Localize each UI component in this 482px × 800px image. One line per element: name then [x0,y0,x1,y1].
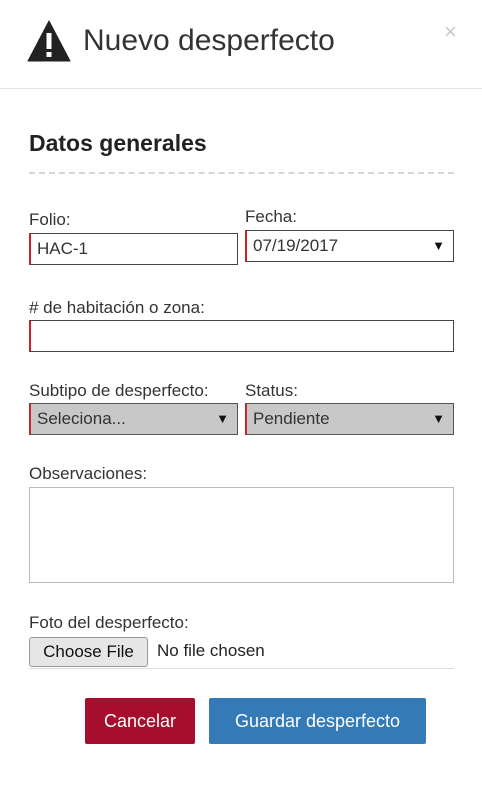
file-status: No file chosen [157,641,265,660]
choose-file-button[interactable]: Choose File [29,637,148,667]
chevron-down-icon: ▼ [432,238,445,253]
status-select[interactable]: Pendiente ▼ [245,403,454,435]
status-label: Status: [245,381,298,400]
section-title: Datos generales [29,130,207,156]
modal-title: Nuevo desperfecto [83,24,335,57]
foto-label: Foto del desperfecto: [29,613,189,632]
habitacion-label: # de habitación o zona: [29,298,205,317]
subtipo-label: Subtipo de desperfecto: [29,381,209,400]
folio-input[interactable]: HAC-1 [29,233,238,265]
subtipo-value: Seleciona... [37,409,126,428]
cancel-button[interactable]: Cancelar [85,698,195,744]
folio-label: Folio: [29,210,71,229]
save-button[interactable]: Guardar desperfecto [209,698,426,744]
section-divider [29,172,454,174]
subtipo-select[interactable]: Seleciona... ▼ [29,403,238,435]
chevron-down-icon: ▼ [216,411,229,426]
close-icon[interactable]: × [444,20,457,44]
chevron-down-icon: ▼ [432,411,445,426]
fecha-select[interactable]: 07/19/2017 ▼ [245,230,454,262]
modal-header: Nuevo desperfecto × [0,0,482,89]
status-value: Pendiente [253,409,330,428]
fecha-value: 07/19/2017 [253,236,339,255]
fecha-label: Fecha: [245,207,297,226]
file-underline [29,668,454,669]
warning-icon [27,20,71,62]
habitacion-input[interactable] [29,320,454,352]
observaciones-textarea[interactable] [29,487,454,583]
observaciones-label: Observaciones: [29,464,148,483]
